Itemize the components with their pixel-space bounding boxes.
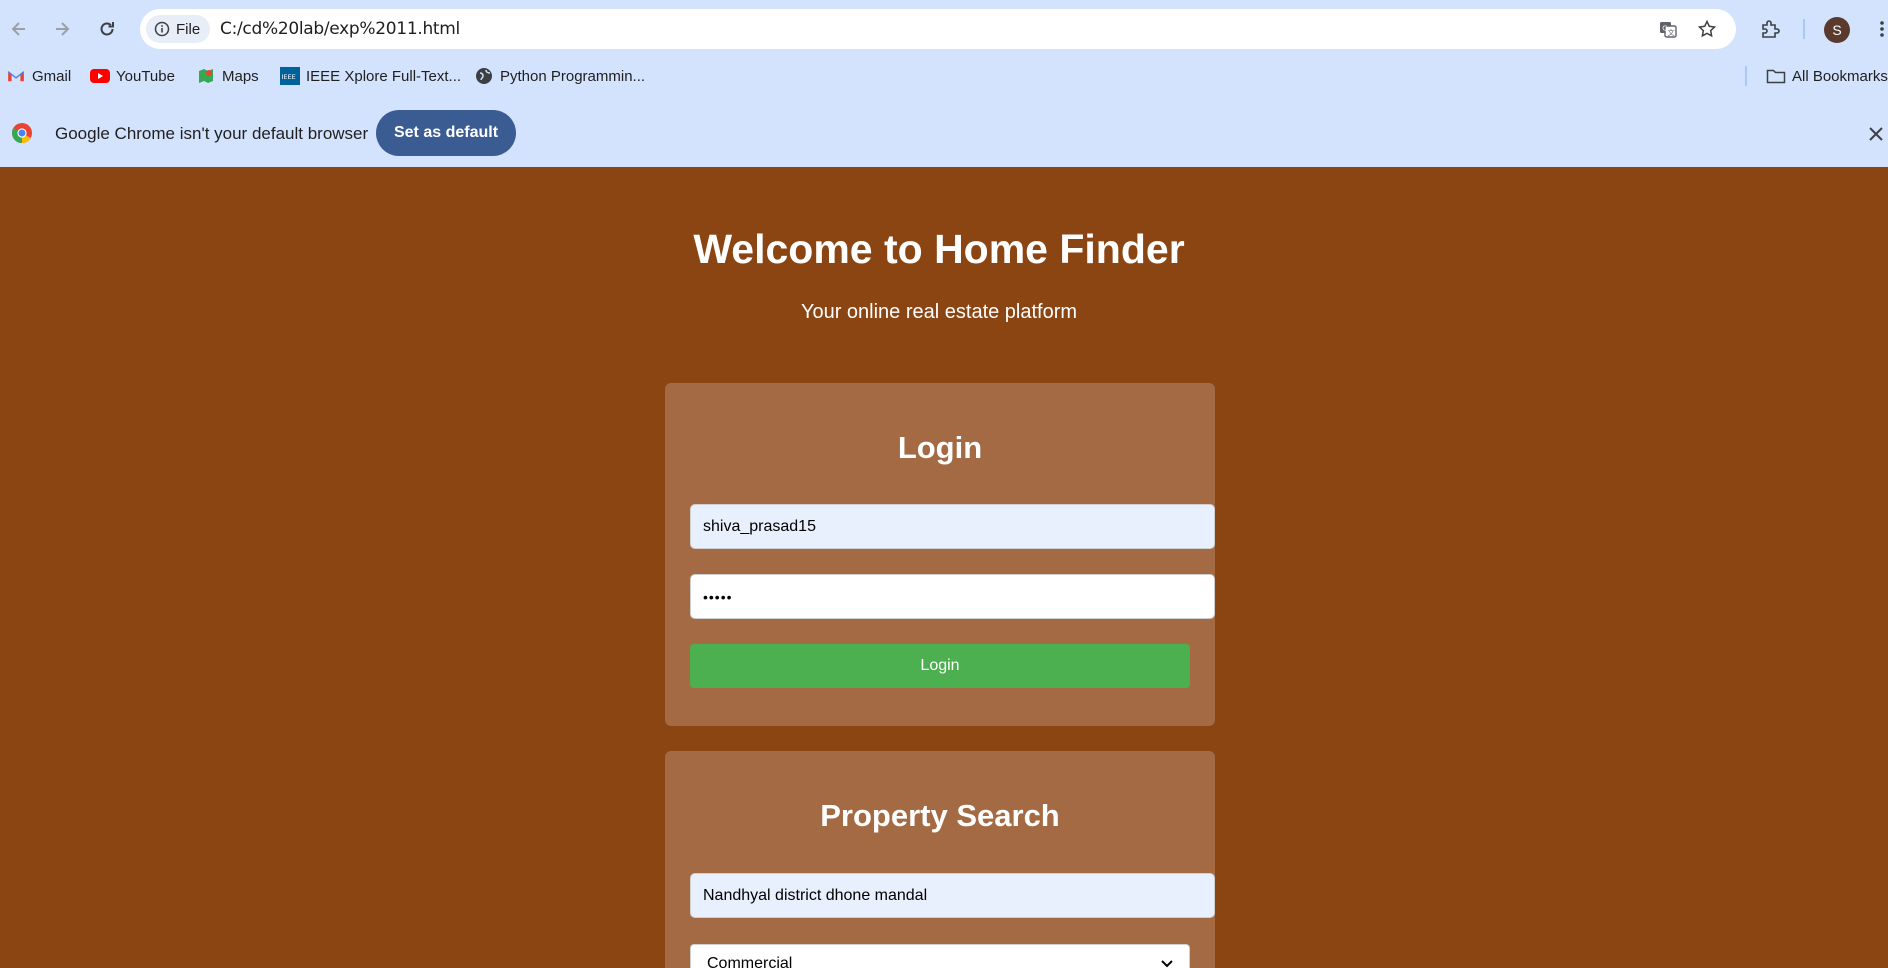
login-card: Login shiva_prasad15 ••••• Login [665,383,1215,726]
close-icon [1869,127,1883,141]
property-type-value: Commercial [707,955,793,968]
profile-avatar[interactable]: S [1824,17,1850,43]
kebab-menu-icon [1880,21,1884,37]
bookmark-star-button[interactable] [1696,18,1718,40]
site-chip-label: File [176,20,201,38]
chevron-down-icon [1161,960,1173,968]
info-icon [154,21,170,37]
bookmark-label: YouTube [116,67,175,85]
infobar-close-button[interactable] [1864,122,1888,146]
login-heading: Login [897,430,983,465]
page-subtitle: Your online real estate platform [800,301,1078,323]
password-input[interactable]: ••••• [690,574,1215,619]
default-browser-infobar: Google Chrome isn't your default browser… [0,100,1888,167]
maps-icon [196,67,216,85]
login-button[interactable]: Login [690,644,1190,688]
translate-icon: G文 [1660,22,1677,38]
extensions-button[interactable] [1756,15,1784,43]
bookmark-youtube[interactable]: YouTube [90,65,175,87]
set-as-default-button[interactable]: Set as default [376,110,516,156]
bookmarks-separator [1745,66,1747,86]
youtube-icon [90,67,110,85]
infobar-message: Google Chrome isn't your default browser [55,124,369,143]
username-input[interactable]: shiva_prasad15 [690,504,1215,549]
back-button[interactable] [4,14,34,44]
bookmark-ieee[interactable]: IEEE IEEE Xplore Full-Text... [280,65,461,87]
property-search-heading: Property Search [820,798,1060,833]
folder-icon [1766,67,1786,85]
ieee-icon: IEEE [280,67,300,85]
chrome-logo-icon [11,122,33,144]
address-bar[interactable]: File C:/cd%20lab/exp%2011.html G文 [140,9,1736,49]
toolbar-separator [1803,19,1805,39]
browser-toolbar: File C:/cd%20lab/exp%2011.html G文 S [0,0,1888,58]
url-text[interactable]: C:/cd%20lab/exp%2011.html [220,19,460,39]
bookmark-label: Gmail [32,67,72,85]
puzzle-icon [1762,20,1780,38]
menu-button[interactable] [1868,15,1888,43]
forward-arrow-icon [56,22,70,36]
browser-chrome: File C:/cd%20lab/exp%2011.html G文 S Gmai… [0,0,1888,167]
property-search-card: Property Search Nandhyal district dhone … [665,751,1215,968]
star-icon [1697,19,1717,38]
reload-icon [100,22,114,36]
property-type-select[interactable]: Commercial [690,944,1190,968]
site-info-chip[interactable]: File [146,15,211,43]
location-input[interactable]: Nandhyal district dhone mandal [690,873,1215,918]
all-bookmarks-label: All Bookmarks [1792,67,1888,85]
bookmark-gmail[interactable]: Gmail [6,65,71,87]
bookmark-python[interactable]: Python Programmin... [474,65,645,87]
svg-text:IEEE: IEEE [282,73,296,81]
bookmark-label: Python Programmin... [500,67,646,85]
svg-text:文: 文 [1668,28,1675,37]
bookmark-label: IEEE Xplore Full-Text... [306,67,462,85]
all-bookmarks[interactable]: All Bookmarks [1766,65,1888,87]
bookmarks-bar: Gmail YouTube Maps IEEE IEEE Xplore Full… [0,58,1888,94]
bookmark-maps[interactable]: Maps [196,65,259,87]
back-arrow-icon [11,22,25,36]
page-title: Welcome to Home Finder [693,226,1185,272]
globe-icon [474,67,494,85]
bookmark-label: Maps [222,67,259,85]
translate-button[interactable]: G文 [1657,18,1679,40]
gmail-icon [6,67,26,85]
reload-button[interactable] [92,14,122,44]
forward-button[interactable] [47,14,77,44]
